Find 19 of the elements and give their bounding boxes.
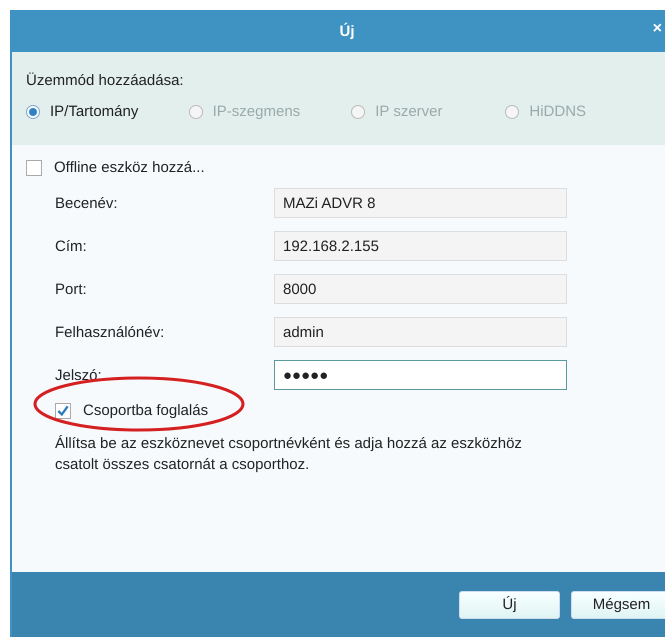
field-label: Cím: — [55, 238, 88, 254]
dialog-button[interactable]: Új — [459, 590, 560, 618]
input-field[interactable]: 192.168.2.155 — [274, 231, 567, 261]
checkmark-icon — [56, 404, 70, 418]
dialog-button[interactable]: Mégsem — [571, 590, 665, 618]
field-label: Becenév: — [55, 194, 119, 212]
field-label: Port: — [55, 280, 88, 298]
window-title: Új — [340, 22, 354, 40]
mode-radio[interactable]: IP/Tartomány — [26, 103, 189, 120]
field-label: Jelszó: — [55, 366, 103, 384]
mode-label: Üzemmód hozzáadása: — [26, 72, 184, 89]
offline-checkbox[interactable]: Offline eszköz hozzá... — [26, 159, 665, 176]
input-field[interactable]: admin — [274, 317, 567, 347]
input-field[interactable]: 8000 — [274, 274, 567, 304]
group-checkbox[interactable]: Csoportba foglalás — [26, 402, 665, 419]
input-field[interactable]: ●●●●● — [274, 360, 567, 390]
field-label: Felhasználónév: — [55, 324, 166, 340]
input-field[interactable]: MAZi ADVR 8 — [274, 188, 567, 218]
hint-text: Állítsa be az eszköznevet csoportnévként és adja hozzá az eszközhöz csatolt összes csatornát a csoporthoz. — [55, 434, 523, 475]
